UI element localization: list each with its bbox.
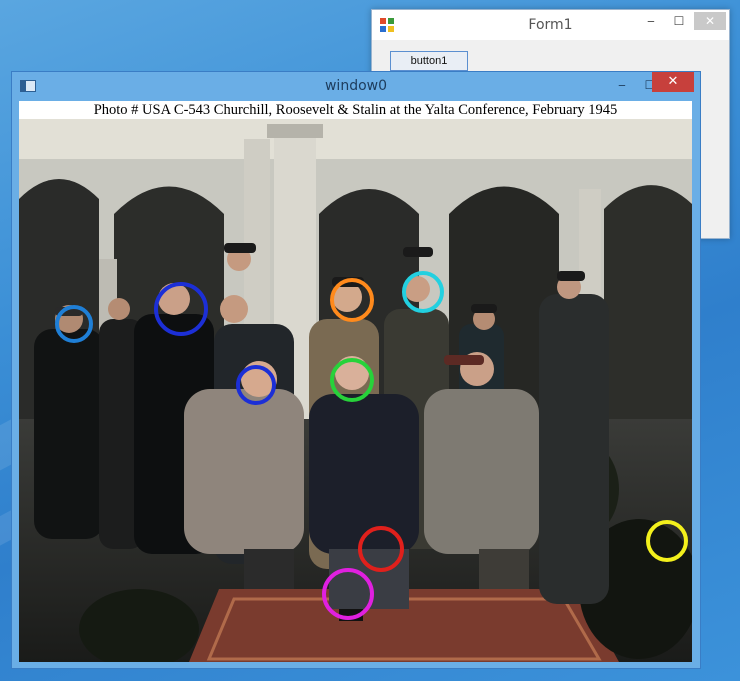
window0-close-button[interactable]: ✕ <box>652 72 694 92</box>
photo-caption: Photo # USA C-543 Churchill, Roosevelt &… <box>19 101 692 119</box>
form1-minimize-button[interactable]: ‒ <box>637 10 665 32</box>
form1-maximize-button[interactable]: ☐ <box>665 10 693 32</box>
button1[interactable]: button1 <box>390 51 468 71</box>
form1-close-button[interactable]: ✕ <box>694 12 726 30</box>
window0-client-area: Photo # USA C-543 Churchill, Roosevelt &… <box>19 101 692 662</box>
form1-titlebar[interactable]: Form1 ‒ ☐ ✕ <box>372 10 729 40</box>
window0-title: window0 <box>324 78 388 94</box>
window0-minimize-button[interactable]: ‒ <box>608 74 636 96</box>
yalta-photo <box>19 119 692 662</box>
window0-titlebar[interactable]: window0 ‒ ☐ ✕ <box>12 72 700 100</box>
window0-window[interactable]: window0 ‒ ☐ ✕ Photo # USA C-543 Churchil… <box>11 71 701 669</box>
